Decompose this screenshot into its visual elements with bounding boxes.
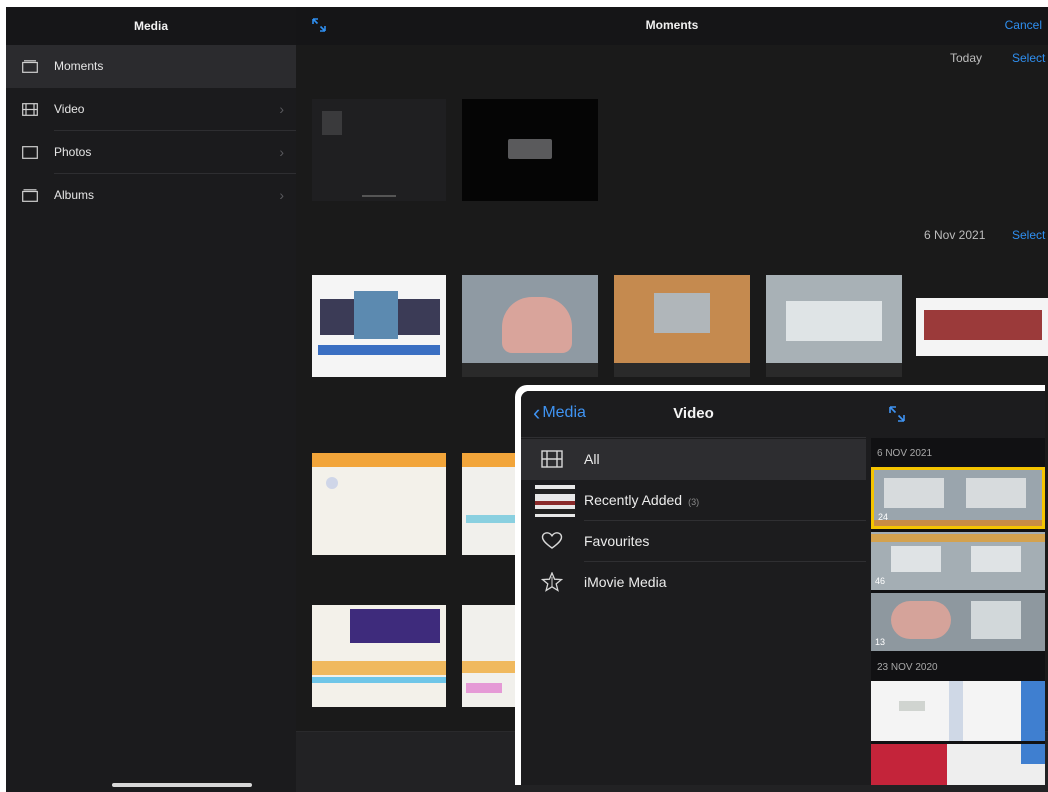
photo-thumbnail[interactable]	[462, 453, 522, 555]
sidebar-item-label: Video	[54, 102, 85, 116]
video-picker: ‹ Media Video All Recently Added (3) Favo…	[521, 391, 1045, 785]
video-clip[interactable]: 46	[871, 532, 1045, 590]
section-date: Today	[950, 51, 983, 65]
section-date: 23 NOV 2020	[877, 662, 938, 673]
film-icon	[541, 449, 563, 469]
star-icon	[540, 571, 564, 592]
select-button[interactable]: Select	[1012, 228, 1045, 242]
chevron-right-icon: ›	[279, 101, 284, 117]
sidebar-item-photos[interactable]: Photos ›	[6, 131, 296, 174]
photos-icon	[22, 146, 38, 159]
photo-thumbnail[interactable]	[916, 298, 1048, 356]
video-item-label: All	[584, 451, 600, 467]
video-item-recently-added[interactable]: Recently Added (3)	[521, 480, 866, 521]
photo-thumbnail[interactable]	[462, 605, 522, 707]
video-clip-selected[interactable]: 24	[871, 467, 1045, 529]
video-item-label: Recently Added	[584, 492, 683, 508]
select-button[interactable]: Select	[1012, 51, 1045, 65]
photo-thumbnail[interactable]	[871, 744, 1045, 785]
photo-thumbnail[interactable]	[312, 605, 446, 707]
photo-thumbnail[interactable]	[312, 99, 446, 201]
video-thumbnail[interactable]	[614, 275, 750, 377]
video-item-imovie-media[interactable]: iMovie Media	[521, 562, 866, 603]
cancel-button[interactable]: Cancel	[1005, 18, 1042, 32]
item-count: (3)	[688, 497, 700, 507]
video-clip[interactable]: 13	[871, 593, 1045, 651]
video-thumbnail[interactable]	[766, 275, 902, 377]
sidebar-item-label: Albums	[54, 188, 95, 202]
sidebar-item-label: Moments	[54, 59, 104, 73]
home-indicator[interactable]	[112, 783, 252, 787]
sidebar-item-label: Photos	[54, 145, 92, 159]
chevron-right-icon: ›	[279, 187, 284, 203]
overlay-title: Video	[673, 405, 714, 422]
heart-icon	[541, 531, 563, 551]
expand-icon[interactable]	[887, 404, 907, 424]
video-duration: 13	[875, 637, 886, 647]
section-date: 6 NOV 2021	[877, 448, 933, 459]
main-header: Moments Cancel	[296, 7, 1048, 45]
photo-thumbnail[interactable]	[462, 99, 598, 201]
media-sidebar: Media Moments Video › Photos › Albums ›	[6, 7, 296, 792]
video-item-label: Favourites	[584, 533, 650, 549]
video-duration: 46	[875, 576, 886, 586]
moments-icon	[22, 60, 38, 73]
sidebar-item-albums[interactable]: Albums ›	[6, 174, 296, 217]
photo-thumbnail[interactable]	[312, 453, 446, 555]
video-item-label: iMovie Media	[584, 574, 667, 590]
sidebar-item-moments[interactable]: Moments	[6, 45, 296, 88]
video-grid-header	[871, 391, 1045, 438]
photo-thumbnail[interactable]	[871, 681, 1045, 741]
thumbnail-icon	[535, 485, 575, 517]
video-picker-overlay: ‹ Media Video All Recently Added (3) Favo…	[515, 385, 1045, 785]
section-date: 6 Nov 2021	[924, 228, 986, 242]
video-item-all[interactable]: All	[521, 439, 866, 480]
page-title: Moments	[645, 18, 699, 32]
sidebar-title: Media	[6, 7, 296, 45]
overlay-header: ‹ Media Video	[521, 391, 866, 438]
video-item-favourites[interactable]: Favourites	[521, 521, 866, 562]
video-grid: 6 NOV 2021 24 46 13 23 NOV 2020	[871, 391, 1045, 785]
film-icon	[22, 103, 38, 116]
video-duration: 24	[878, 512, 889, 522]
video-thumbnail[interactable]	[462, 275, 598, 377]
albums-icon	[22, 189, 38, 202]
chevron-right-icon: ›	[279, 144, 284, 160]
sidebar-item-video[interactable]: Video ›	[6, 88, 296, 131]
photo-thumbnail[interactable]	[312, 275, 446, 377]
